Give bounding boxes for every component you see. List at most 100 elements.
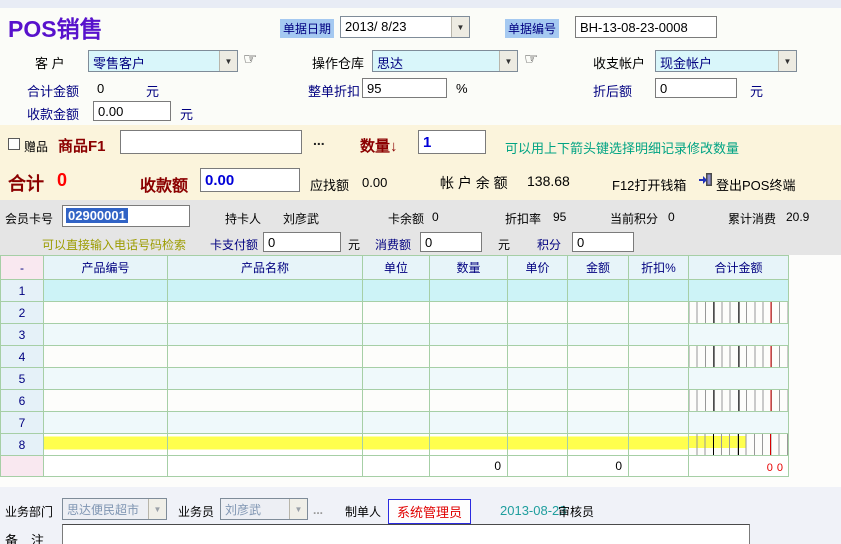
row-number[interactable]: 4	[1, 346, 44, 368]
grid-cell[interactable]	[508, 412, 568, 434]
grid-cell[interactable]	[568, 324, 629, 346]
row-number[interactable]: 8	[1, 434, 44, 456]
grid-cell[interactable]	[568, 302, 629, 324]
grid-cell[interactable]	[168, 412, 363, 434]
warehouse-combobox[interactable]: 思达 ▼	[372, 50, 518, 72]
row-number[interactable]: 2	[1, 302, 44, 324]
grid-cell[interactable]	[430, 280, 508, 302]
grid-cell[interactable]	[430, 434, 508, 456]
grid-cell[interactable]	[508, 346, 568, 368]
grid-cell[interactable]	[430, 346, 508, 368]
grid-cell[interactable]	[44, 324, 168, 346]
grid-cell[interactable]	[629, 302, 689, 324]
grid-cell[interactable]	[508, 368, 568, 390]
logout-command[interactable]: 登出POS终端	[716, 175, 795, 194]
grid-cell[interactable]	[430, 390, 508, 412]
card-pay-input[interactable]	[263, 232, 341, 252]
received-input[interactable]	[93, 101, 171, 121]
grid-cell[interactable]	[508, 390, 568, 412]
grid-cell[interactable]	[44, 434, 168, 456]
grid-cell[interactable]	[168, 368, 363, 390]
point-input[interactable]	[572, 232, 634, 252]
grid-cell-digit-grid[interactable]	[689, 368, 789, 390]
grid-cell[interactable]	[508, 324, 568, 346]
grid-cell[interactable]	[168, 390, 363, 412]
row-number[interactable]: 3	[1, 324, 44, 346]
grid-cell[interactable]	[508, 434, 568, 456]
qty-input[interactable]	[418, 130, 486, 154]
grid-cell[interactable]	[168, 302, 363, 324]
customer-lookup-hand-icon[interactable]: ☞	[243, 51, 257, 69]
chevron-down-icon[interactable]: ▼	[778, 51, 796, 71]
grid-cell[interactable]	[430, 302, 508, 324]
consume-input[interactable]	[420, 232, 482, 252]
grid-cell[interactable]	[363, 324, 430, 346]
grid-cell[interactable]	[629, 346, 689, 368]
grid-cell[interactable]	[430, 324, 508, 346]
product-input[interactable]	[120, 130, 302, 154]
grid-cell[interactable]	[44, 302, 168, 324]
payment-input[interactable]	[200, 168, 300, 192]
grid-cell-digit-grid[interactable]	[689, 302, 789, 324]
grid-cell[interactable]	[44, 412, 168, 434]
grid-cell[interactable]	[168, 324, 363, 346]
doc-no-input[interactable]	[575, 16, 717, 38]
member-card-input[interactable]: 02900001	[62, 205, 190, 227]
grid-cell[interactable]	[430, 368, 508, 390]
customer-combobox[interactable]: 零售客户 ▼	[88, 50, 238, 72]
warehouse-lookup-hand-icon[interactable]: ☞	[524, 51, 538, 69]
grid-cell[interactable]	[629, 434, 689, 456]
grid-cell-digit-grid[interactable]	[689, 324, 789, 346]
grid-cell[interactable]	[44, 346, 168, 368]
grid-cell-digit-grid[interactable]	[689, 434, 789, 456]
product-more-button[interactable]: ...	[313, 132, 325, 148]
chevron-down-icon[interactable]: ▼	[451, 17, 469, 37]
discount-input[interactable]	[362, 78, 447, 98]
logout-icon[interactable]	[699, 172, 713, 190]
grid-cell[interactable]	[363, 390, 430, 412]
grid-cell[interactable]	[629, 280, 689, 302]
chevron-down-icon[interactable]: ▼	[219, 51, 237, 71]
grid-cell[interactable]	[629, 368, 689, 390]
grid-cell[interactable]	[508, 280, 568, 302]
grid-cell[interactable]	[629, 412, 689, 434]
grid-cell[interactable]	[44, 368, 168, 390]
grid-cell-digit-grid[interactable]	[689, 390, 789, 412]
grid-cell[interactable]	[568, 434, 629, 456]
row-number[interactable]: 7	[1, 412, 44, 434]
grid-cell[interactable]	[629, 324, 689, 346]
grid-cell[interactable]	[568, 412, 629, 434]
open-drawer-command[interactable]: F12打开钱箱	[612, 175, 686, 194]
table-row: 3	[1, 324, 789, 346]
grid-cell-digit-grid[interactable]	[689, 346, 789, 368]
chevron-down-icon[interactable]: ▼	[499, 51, 517, 71]
grid-cell[interactable]	[508, 302, 568, 324]
grid-cell-digit-grid[interactable]	[689, 412, 789, 434]
account-combobox[interactable]: 现金帐户 ▼	[655, 50, 797, 72]
grid-cell[interactable]	[363, 280, 430, 302]
after-discount-input[interactable]	[655, 78, 737, 98]
row-number[interactable]: 6	[1, 390, 44, 412]
grid-cell[interactable]	[168, 280, 363, 302]
grid-cell-digit-grid[interactable]	[689, 280, 789, 302]
row-number[interactable]: 1	[1, 280, 44, 302]
grid-cell[interactable]	[44, 280, 168, 302]
doc-date-combobox[interactable]: 2013/ 8/23 ▼	[340, 16, 470, 38]
grid-cell[interactable]	[629, 390, 689, 412]
grid-cell[interactable]	[568, 368, 629, 390]
row-number[interactable]: 5	[1, 368, 44, 390]
remark-input[interactable]	[62, 524, 750, 544]
grid-cell[interactable]	[363, 434, 430, 456]
grid-cell[interactable]	[363, 368, 430, 390]
grid-cell[interactable]	[168, 434, 363, 456]
grid-cell[interactable]	[430, 412, 508, 434]
grid-cell[interactable]	[568, 390, 629, 412]
grid-cell[interactable]	[363, 346, 430, 368]
grid-cell[interactable]	[568, 280, 629, 302]
grid-cell[interactable]	[44, 390, 168, 412]
grid-cell[interactable]	[568, 346, 629, 368]
grid-cell[interactable]	[363, 302, 430, 324]
grid-cell[interactable]	[168, 346, 363, 368]
grid-cell[interactable]	[363, 412, 430, 434]
gift-checkbox[interactable]	[8, 138, 20, 150]
